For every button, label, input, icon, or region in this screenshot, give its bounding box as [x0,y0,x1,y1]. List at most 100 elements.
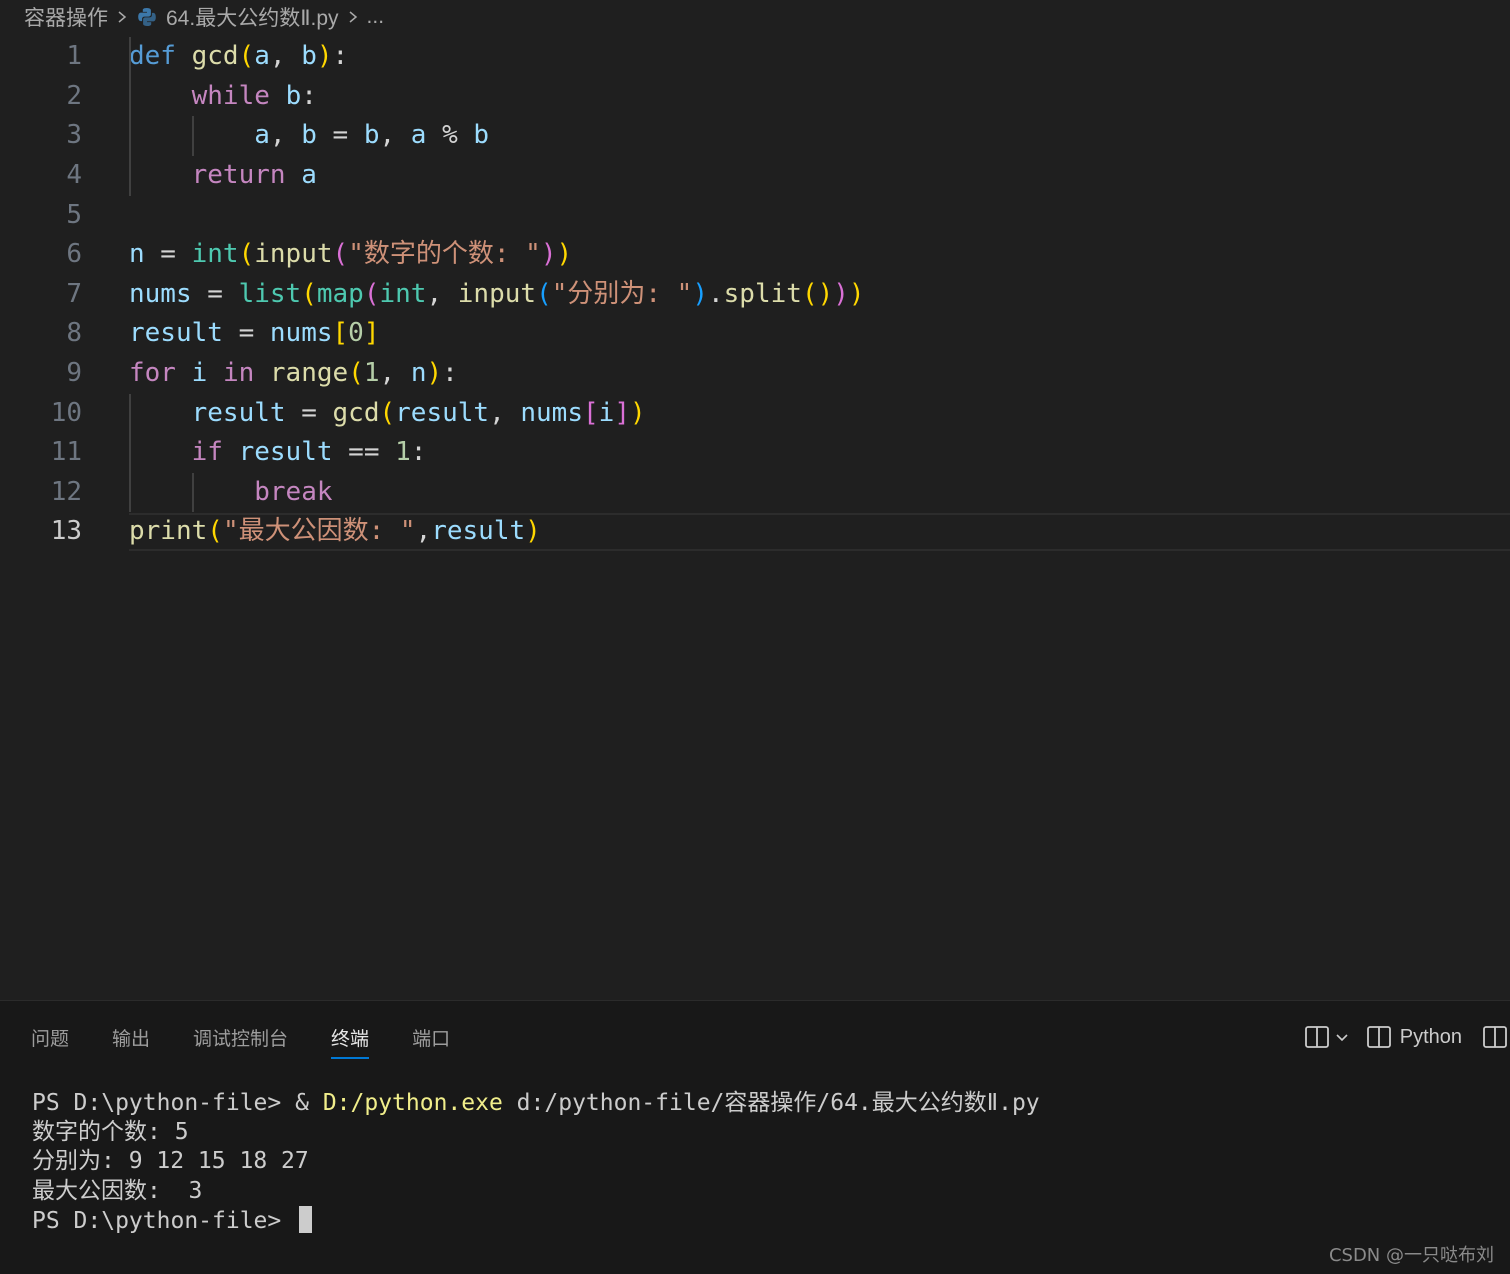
line-code: while b: [129,77,317,117]
code-token: nums [129,278,192,309]
code-token: i [598,397,615,428]
terminal-profile-python[interactable]: Python [1366,1025,1462,1049]
code-line[interactable]: 7 nums = list(map(int, input("分别为: ").spl… [0,275,1510,315]
python-file-icon [138,8,156,26]
code-token: "数字的个数: " [348,239,541,270]
code-line[interactable]: 1 def gcd(a, b): [0,37,1510,77]
code-token: for [129,358,176,388]
split-terminal-icon [1304,1026,1329,1048]
code-line[interactable]: 6n = int(input("数字的个数: ")) [0,235,1510,275]
terminal-line: 最大公因数: 3 [32,1177,203,1204]
code-token: "分别为: " [551,278,693,309]
code-token: , [415,516,432,547]
terminal-dropdown-button[interactable] [1330,1021,1366,1053]
code-line[interactable]: 2 while b: [0,77,1510,117]
code-line[interactable]: 10 result = gcd(result, nums[i]) [0,394,1510,434]
tab-debug-console[interactable]: 调试控制台 [193,1015,288,1059]
panel-layout-button[interactable] [1482,1021,1508,1053]
breadcrumb-file[interactable]: 64.最大公约数Ⅱ.py [136,2,339,32]
watermark: CSDN @一只哒布刘 [1328,1245,1494,1266]
code-token: ( [536,278,552,309]
code-token: ) [817,278,834,309]
code-token: ) [629,397,646,428]
terminal-line: PS D:\python-file> & D:/python.exe d:/py… [32,1089,1040,1118]
terminal-output[interactable]: PS D:\python-file> & D:/python.exe d:/py… [32,1089,1040,1236]
code-token: ) [556,239,573,270]
chevron-right-icon [108,0,136,34]
line-number: 7 [66,278,82,309]
split-terminal-button[interactable] [1304,1021,1330,1053]
code-token: , [426,278,458,309]
code-line[interactable]: 12 break [0,473,1510,513]
code-token: = [222,318,270,349]
code-token: if [191,437,223,468]
code-token: ) [426,358,443,388]
code-token: input [457,278,537,309]
tab-output[interactable]: 输出 [112,1015,150,1059]
code-line[interactable]: 3 a, b = b, a % b [0,116,1510,156]
line-code: print("最大公因数: ",result) [129,512,541,552]
code-token: nums [269,318,333,349]
code-token: ) [848,278,865,309]
line-number: 3 [66,120,82,151]
code-token: b [301,41,317,72]
code-token: def [129,41,176,72]
tab-terminal[interactable]: 终端 [331,1015,370,1059]
code-token: input [254,239,333,270]
code-token: ) [540,239,557,270]
line-code: if result == 1: [129,433,427,473]
breadcrumb-more[interactable]: ... [367,5,385,29]
code-token: . [708,278,724,309]
terminal-profile-label: Python [1399,1025,1462,1048]
chevron-right-icon [339,0,367,34]
code-editor[interactable]: 1 def gcd(a, b): 2 while b: 3 a, b = b, a %… [0,36,1510,1000]
terminal-line: PS D:\python-file> [32,1205,1040,1236]
tab-ports[interactable]: 端口 [412,1015,450,1059]
code-token: , [379,120,411,151]
code-token: ( [207,516,223,547]
line-code: result = gcd(result, nums[i]) [129,394,646,434]
tab-problems[interactable]: 问题 [31,1015,69,1059]
terminal-line: 分别为: 9 12 15 18 27 [32,1148,309,1175]
code-token: break [254,476,333,507]
code-token: int [191,239,239,270]
code-line[interactable]: 9 for i in range(1, n): [0,354,1510,394]
bottom-panel: 问题 输出 调试控制台 终端 端口 Python PS D:\python-fi… [0,1000,1510,1274]
indent-guide [192,116,194,156]
code-token: ] [363,318,380,349]
terminal-arg: d:/python-file/容器操作/64.最大公约数Ⅱ.py [502,1090,1040,1116]
code-token: ) [525,516,541,547]
code-token: [ [332,318,349,349]
code-token: gcd [191,41,239,72]
code-token: result [395,397,490,428]
code-line[interactable]: 11 if result == 1: [0,433,1510,473]
code-token: list [238,278,302,309]
line-number: 4 [66,160,82,190]
code-token: b [473,120,490,151]
code-token: i [191,358,208,388]
breadcrumb-folder[interactable]: 容器操作 [24,2,108,32]
code-token: a [410,120,427,151]
code-token: = [191,278,239,309]
line-number: 6 [66,239,82,270]
code-line[interactable]: 4 return a [0,156,1510,196]
vscode-window: 容器操作 64.最大公约数Ⅱ.py ... 1 def gcd(a, b): 2 w… [0,0,1510,1274]
code-line[interactable]: 13 print("最大公因数: ",result) [0,512,1510,552]
terminal-prompt: PS D:\python-file> [32,1090,296,1116]
code-token: ( [332,239,349,270]
line-code: def gcd(a, b): [129,37,348,77]
code-line[interactable]: 8 result = nums[0] [0,314,1510,354]
code-token: : [410,437,427,468]
code-line[interactable]: 5 [0,196,1510,236]
line-number: 12 [50,476,82,507]
code-token: print [129,516,208,547]
code-token: ( [238,41,255,72]
line-code: break [129,473,333,513]
